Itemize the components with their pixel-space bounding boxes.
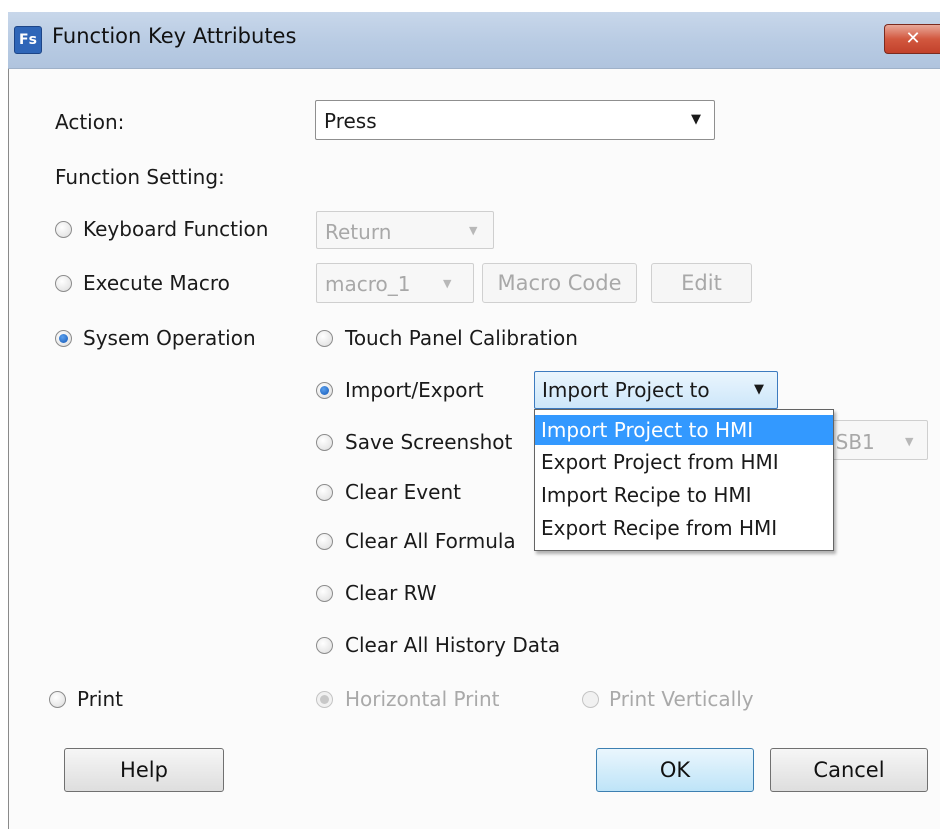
cancel-button[interactable]: Cancel: [770, 748, 928, 792]
import-export-select[interactable]: Import Project to ▼: [534, 371, 778, 409]
system-operation-label: Sysem Operation: [83, 326, 256, 350]
action-select[interactable]: Press ▼: [315, 100, 715, 140]
app-icon: Fs: [14, 26, 42, 54]
dropdown-option[interactable]: Import Project to HMI: [535, 415, 833, 445]
edit-button[interactable]: Edit: [651, 263, 752, 303]
import-export-value: Import Project to: [542, 378, 710, 402]
clear-all-history-radio[interactable]: [316, 637, 333, 654]
dropdown-option[interactable]: Export Recipe from HMI: [535, 513, 833, 543]
execute-macro-radio[interactable]: [55, 275, 72, 292]
dropdown-option[interactable]: Export Project from HMI: [535, 447, 833, 477]
execute-macro-label: Execute Macro: [83, 271, 230, 295]
window-title: Function Key Attributes: [52, 24, 297, 48]
chevron-down-icon: ▼: [469, 224, 478, 237]
macro-code-button[interactable]: Macro Code: [482, 263, 637, 303]
dropdown-option[interactable]: Import Recipe to HMI: [535, 480, 833, 510]
keyboard-function-label: Keyboard Function: [83, 217, 269, 241]
clear-all-formula-radio[interactable]: [316, 533, 333, 550]
keyboard-function-value: Return: [325, 220, 392, 244]
touch-panel-calibration-label: Touch Panel Calibration: [345, 326, 578, 350]
clear-rw-radio[interactable]: [316, 585, 333, 602]
clear-all-history-label: Clear All History Data: [345, 633, 561, 657]
chevron-down-icon: ▼: [754, 382, 764, 397]
save-screenshot-radio[interactable]: [316, 434, 333, 451]
clear-rw-label: Clear RW: [345, 581, 437, 605]
import-export-label: Import/Export: [345, 378, 484, 402]
clear-event-radio[interactable]: [316, 484, 333, 501]
ok-button[interactable]: OK: [596, 748, 754, 792]
macro-select-value: macro_1: [325, 272, 411, 296]
chevron-down-icon: ▼: [443, 277, 452, 290]
print-label: Print: [77, 687, 124, 711]
vertical-print-radio[interactable]: [582, 691, 599, 708]
action-label: Action:: [55, 110, 125, 134]
clear-all-formula-label: Clear All Formula: [345, 529, 516, 553]
action-select-value: Press: [324, 109, 377, 133]
keyboard-function-radio[interactable]: [55, 221, 72, 238]
clear-event-label: Clear Event: [345, 480, 461, 504]
function-setting-label: Function Setting:: [55, 165, 225, 189]
import-export-radio[interactable]: [316, 382, 333, 399]
horizontal-print-radio[interactable]: [316, 691, 333, 708]
chevron-down-icon: ▼: [691, 112, 701, 127]
chevron-down-icon: ▼: [905, 435, 914, 448]
help-button[interactable]: Help: [64, 748, 224, 792]
print-radio[interactable]: [49, 691, 66, 708]
import-export-dropdown-list: Import Project to HMI Export Project fro…: [534, 409, 834, 551]
vertical-print-label: Print Vertically: [609, 687, 754, 711]
touch-panel-calibration-radio[interactable]: [316, 330, 333, 347]
system-operation-radio[interactable]: [55, 330, 72, 347]
save-screenshot-label: Save Screenshot: [345, 430, 513, 454]
horizontal-print-label: Horizontal Print: [345, 687, 500, 711]
macro-select[interactable]: macro_1 ▼: [316, 263, 474, 303]
close-button[interactable]: ✕: [884, 24, 940, 54]
keyboard-function-select[interactable]: Return ▼: [316, 211, 494, 249]
